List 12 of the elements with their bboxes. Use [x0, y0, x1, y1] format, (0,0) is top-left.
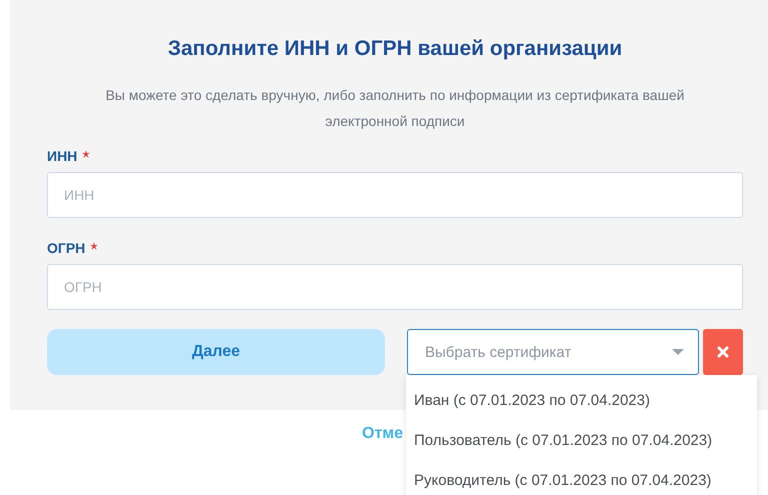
certificate-option[interactable]: Руководитель (с 07.01.2023 по 07.04.2023) — [406, 461, 757, 495]
field-label: ОГРН — [47, 240, 86, 256]
clear-button[interactable] — [703, 329, 743, 375]
form-title: Заполните ИНН и ОГРН вашей организации — [166, 36, 624, 62]
certificate-option[interactable]: Пользователь (с 07.01.2023 по 07.04.2023) — [406, 421, 757, 461]
certificate-option[interactable]: Иван (с 07.01.2023 по 07.04.2023) — [406, 381, 757, 421]
text-input-field[interactable]: ОГРН — [47, 264, 743, 310]
caret-icon — [672, 349, 684, 355]
field-label: ИНН — [47, 148, 78, 164]
form-description: Вы можете это сделать вручную, либо заполнить по информации из сертификата вашей электронной подписи — [104, 86, 686, 131]
text-input-field[interactable]: ИНН — [47, 172, 743, 218]
close-icon — [717, 346, 729, 358]
